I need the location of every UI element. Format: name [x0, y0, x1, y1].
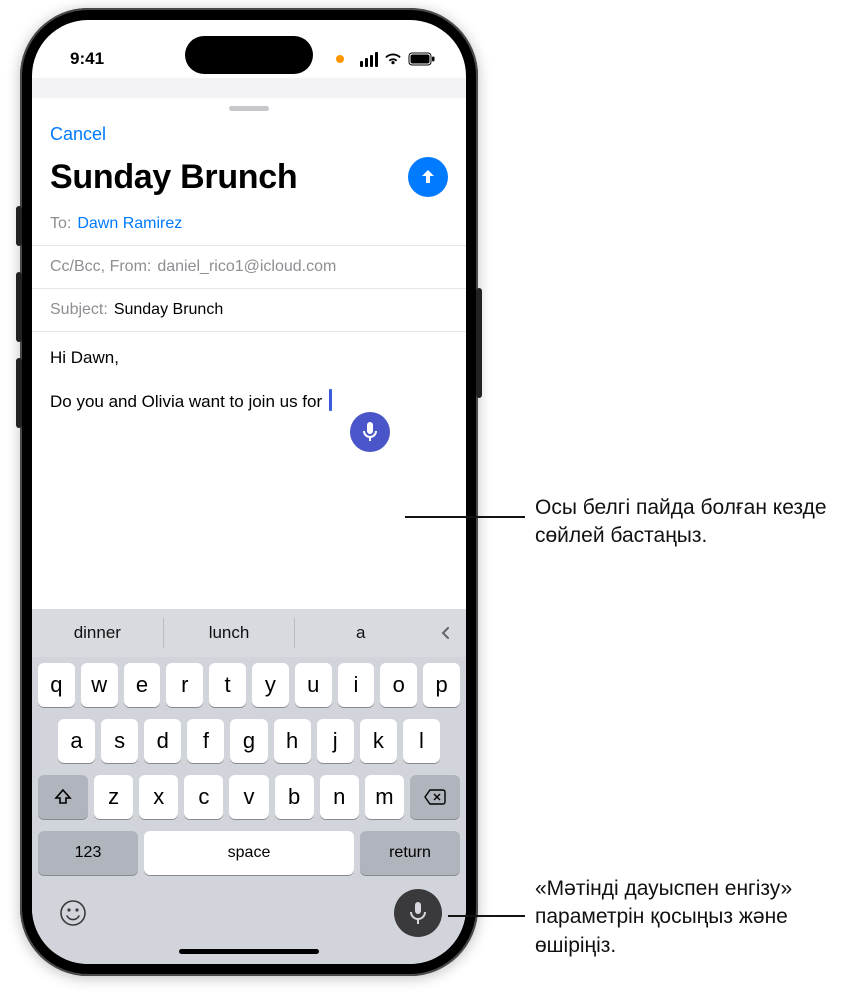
- dictation-indicator-icon: [350, 412, 390, 452]
- dynamic-island: [185, 36, 313, 74]
- prediction-3[interactable]: a: [295, 609, 426, 657]
- key-row-2: a s d f g h j k l: [32, 713, 466, 769]
- subject-label: Subject:: [50, 301, 108, 319]
- to-recipient[interactable]: Dawn Ramirez: [77, 215, 182, 233]
- side-button: [476, 288, 482, 398]
- sheet-backdrop: [32, 78, 466, 98]
- key-e[interactable]: e: [124, 663, 161, 707]
- subject-field[interactable]: Subject: Sunday Brunch: [32, 289, 466, 332]
- numbers-key[interactable]: 123: [38, 831, 138, 875]
- cancel-button[interactable]: Cancel: [50, 124, 106, 145]
- key-r[interactable]: r: [166, 663, 203, 707]
- compose-sheet: Cancel Sunday Brunch To: Dawn Ramirez Cc…: [32, 98, 466, 532]
- text-cursor: [329, 389, 332, 411]
- key-b[interactable]: b: [275, 775, 314, 819]
- prediction-collapse[interactable]: [426, 609, 466, 657]
- wifi-icon: [384, 52, 402, 66]
- body-textarea[interactable]: Hi Dawn, Do you and Olivia want to join …: [32, 332, 466, 532]
- key-l[interactable]: l: [403, 719, 440, 763]
- key-t[interactable]: t: [209, 663, 246, 707]
- ccbcc-label: Cc/Bcc, From:: [50, 258, 151, 276]
- send-button[interactable]: [408, 157, 448, 197]
- cellular-icon: [360, 52, 378, 67]
- key-o[interactable]: o: [380, 663, 417, 707]
- key-x[interactable]: x: [139, 775, 178, 819]
- key-h[interactable]: h: [274, 719, 311, 763]
- key-g[interactable]: g: [230, 719, 267, 763]
- body-line-2: Do you and Olivia want to join us for: [50, 389, 448, 415]
- key-c[interactable]: c: [184, 775, 223, 819]
- ccbcc-field[interactable]: Cc/Bcc, From: daniel_rico1@icloud.com: [32, 246, 466, 289]
- from-value: daniel_rico1@icloud.com: [157, 258, 336, 276]
- backspace-key[interactable]: [410, 775, 460, 819]
- dictation-toggle-button[interactable]: [394, 889, 442, 937]
- prediction-2[interactable]: lunch: [164, 609, 295, 657]
- volume-down: [16, 358, 22, 428]
- prediction-bar: dinner lunch a: [32, 609, 466, 657]
- key-row-1: q w e r t y u i o p: [32, 657, 466, 713]
- nav-bar: Cancel: [32, 111, 466, 157]
- key-k[interactable]: k: [360, 719, 397, 763]
- key-j[interactable]: j: [317, 719, 354, 763]
- key-i[interactable]: i: [338, 663, 375, 707]
- key-row-3: z x c v b n m: [32, 769, 466, 825]
- to-field[interactable]: To: Dawn Ramirez: [32, 203, 466, 246]
- subject-value: Sunday Brunch: [114, 301, 223, 319]
- body-line-1: Hi Dawn,: [50, 346, 448, 371]
- prediction-1[interactable]: dinner: [32, 609, 163, 657]
- key-s[interactable]: s: [101, 719, 138, 763]
- callout-mic-bubble: Осы белгі пайда болған кезде сөйлей баст…: [535, 494, 845, 551]
- keyboard: dinner lunch a q w e r t y u: [32, 609, 466, 964]
- space-key[interactable]: space: [144, 831, 354, 875]
- return-key[interactable]: return: [360, 831, 460, 875]
- key-a[interactable]: a: [58, 719, 95, 763]
- key-f[interactable]: f: [187, 719, 224, 763]
- screen: 9:41 Cancel: [32, 20, 466, 964]
- callout-mic-toggle: «Мәтінді дауыспен енгізу» параметрін қос…: [535, 875, 855, 960]
- key-row-4: 123 space return: [32, 825, 466, 881]
- key-w[interactable]: w: [81, 663, 118, 707]
- battery-icon: [408, 52, 436, 66]
- key-q[interactable]: q: [38, 663, 75, 707]
- stage: 9:41 Cancel: [0, 0, 862, 1008]
- status-time: 9:41: [70, 49, 104, 69]
- key-y[interactable]: y: [252, 663, 289, 707]
- key-v[interactable]: v: [229, 775, 268, 819]
- key-z[interactable]: z: [94, 775, 133, 819]
- compose-title: Sunday Brunch: [50, 158, 297, 197]
- emoji-key[interactable]: [56, 896, 90, 930]
- key-u[interactable]: u: [295, 663, 332, 707]
- iphone-frame: 9:41 Cancel: [20, 8, 478, 976]
- mic-in-use-dot: [336, 55, 344, 63]
- key-p[interactable]: p: [423, 663, 460, 707]
- volume-up: [16, 272, 22, 342]
- shift-key[interactable]: [38, 775, 88, 819]
- status-right: [336, 52, 436, 67]
- key-d[interactable]: d: [144, 719, 181, 763]
- key-n[interactable]: n: [320, 775, 359, 819]
- keyboard-bottom-row: [32, 881, 466, 943]
- home-indicator[interactable]: [179, 949, 319, 954]
- mute-switch: [16, 206, 22, 246]
- to-label: To:: [50, 215, 71, 233]
- key-m[interactable]: m: [365, 775, 404, 819]
- header-row: Sunday Brunch: [32, 157, 466, 203]
